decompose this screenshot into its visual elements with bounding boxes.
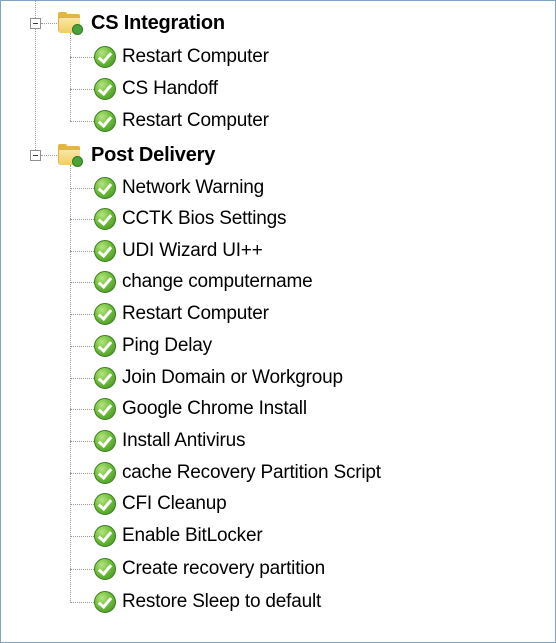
step-label: Install Antivirus: [122, 430, 246, 451]
step-label: UDI Wizard UI++: [122, 240, 263, 261]
group-label: CS Integration: [91, 11, 225, 34]
tree-item-step[interactable]: Google Chrome Install: [94, 393, 307, 425]
tree-line: [70, 57, 94, 58]
step-label: change computername: [122, 271, 313, 292]
success-check-icon: [94, 208, 116, 230]
success-check-icon: [94, 240, 116, 262]
tree-line: [70, 314, 94, 315]
folder-success-icon: [57, 11, 83, 35]
tree-item-step[interactable]: Restore Sleep to default: [94, 586, 321, 618]
success-check-icon: [94, 110, 116, 132]
tree-line: [70, 409, 94, 410]
tree-item-step[interactable]: CS Handoff: [94, 73, 218, 105]
success-check-icon: [94, 78, 116, 100]
tree-item-step[interactable]: change computername: [94, 266, 313, 298]
success-check-icon: [94, 398, 116, 420]
success-check-icon: [94, 303, 116, 325]
success-check-icon: [94, 430, 116, 452]
success-check-icon: [94, 335, 116, 357]
step-label: Restart Computer: [122, 110, 269, 131]
tree-group-cs-integration[interactable]: CS Integration: [57, 7, 225, 39]
tree-item-step[interactable]: Create recovery partition: [94, 553, 325, 585]
success-check-icon: [94, 462, 116, 484]
tree-line: [70, 219, 94, 220]
step-label: Restart Computer: [122, 303, 269, 324]
folder-success-icon: [57, 143, 83, 167]
tree-line: [70, 602, 94, 603]
step-label: Ping Delay: [122, 335, 212, 356]
tree-line: [70, 378, 94, 379]
collapse-toggle-cs-integration[interactable]: [30, 18, 41, 29]
tree-item-step[interactable]: cache Recovery Partition Script: [94, 457, 381, 489]
tree-item-step[interactable]: Enable BitLocker: [94, 520, 263, 552]
collapse-toggle-post-delivery[interactable]: [30, 150, 41, 161]
tree-item-step[interactable]: Restart Computer: [94, 105, 269, 137]
tree-line: [70, 121, 94, 122]
success-check-icon: [94, 591, 116, 613]
tree-line: [41, 23, 57, 24]
success-check-icon: [94, 367, 116, 389]
group-label: Post Delivery: [91, 143, 216, 166]
step-label: Join Domain or Workgroup: [122, 367, 343, 388]
tree-line: [70, 165, 71, 603]
tree-line: [41, 155, 57, 156]
tree-group-post-delivery[interactable]: Post Delivery: [57, 139, 215, 171]
step-label: Create recovery partition: [122, 558, 326, 579]
tree-line: [70, 33, 71, 121]
tree-line: [70, 504, 94, 505]
step-label: Restart Computer: [122, 46, 269, 67]
tree-item-step[interactable]: CFI Cleanup: [94, 488, 227, 520]
step-label: Restore Sleep to default: [122, 591, 322, 612]
task-sequence-tree: CS Integration Restart Computer CS Hando…: [1, 1, 555, 642]
success-check-icon: [94, 525, 116, 547]
tree-line: [70, 251, 94, 252]
tree-item-step[interactable]: CCTK Bios Settings: [94, 203, 286, 235]
tree-item-step[interactable]: Install Antivirus: [94, 425, 246, 457]
step-label: Network Warning: [122, 177, 265, 198]
tree-line: [70, 89, 94, 90]
tree-line: [70, 441, 94, 442]
success-check-icon: [94, 271, 116, 293]
tree-item-step[interactable]: Ping Delay: [94, 330, 212, 362]
tree-line: [70, 188, 94, 189]
success-check-icon: [94, 46, 116, 68]
tree-item-step[interactable]: Restart Computer: [94, 41, 269, 73]
tree-item-step[interactable]: UDI Wizard UI++: [94, 235, 263, 267]
step-label: Google Chrome Install: [122, 398, 307, 419]
tree-line: [70, 536, 94, 537]
tree-line: [70, 282, 94, 283]
task-sequence-panel: CS Integration Restart Computer CS Hando…: [0, 0, 556, 643]
step-label: cache Recovery Partition Script: [122, 462, 381, 483]
tree-item-step[interactable]: Network Warning: [94, 172, 264, 204]
step-label: CCTK Bios Settings: [122, 208, 287, 229]
success-check-icon: [94, 177, 116, 199]
tree-item-step[interactable]: Join Domain or Workgroup: [94, 362, 343, 394]
step-label: Enable BitLocker: [122, 525, 263, 546]
tree-item-step[interactable]: Restart Computer: [94, 298, 269, 330]
step-label: CFI Cleanup: [122, 493, 227, 514]
tree-line: [70, 473, 94, 474]
step-label: CS Handoff: [122, 78, 218, 99]
tree-line: [70, 346, 94, 347]
success-check-icon: [94, 558, 116, 580]
success-check-icon: [94, 493, 116, 515]
tree-line: [70, 569, 94, 570]
